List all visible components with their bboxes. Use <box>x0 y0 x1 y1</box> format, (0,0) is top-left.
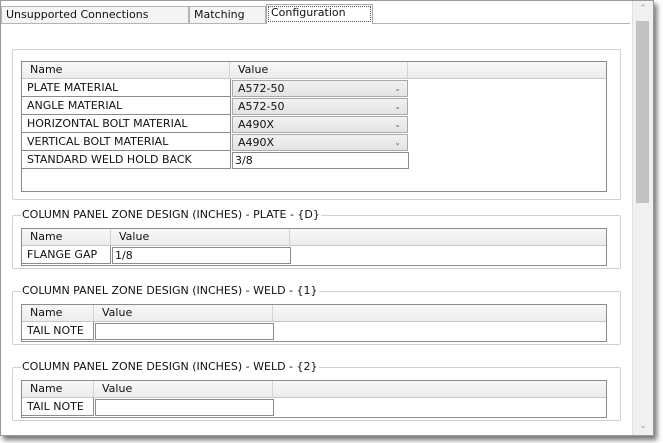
column-header-name[interactable]: Name <box>22 62 230 78</box>
chevron-down-icon: ⌄ <box>394 138 401 147</box>
tab-bar: Unsupported Connections Matching Configu… <box>1 1 630 24</box>
value-cell <box>94 398 274 416</box>
group-title: COLUMN PANEL ZONE DESIGN (INCHES) - WELD… <box>21 360 319 374</box>
value-cell: A490X ⌄ <box>231 115 409 133</box>
row-name: HORIZONTAL BOLT MATERIAL <box>22 115 231 133</box>
dropdown-value: A490X <box>238 136 275 149</box>
dropdown-value: A572-50 <box>238 100 285 113</box>
material-grid: Name Value PLATE MATERIAL A572-50 ⌄ ANGLE… <box>21 61 607 192</box>
panel-zone-weld-2-grid: Name Value TAIL NOTE <box>21 380 607 418</box>
group-title: COLUMN PANEL ZONE DESIGN (INCHES) - PLAT… <box>21 208 321 222</box>
tab-matching[interactable]: Matching <box>189 6 266 23</box>
column-header-value[interactable]: Value <box>230 62 408 78</box>
scroll-up-arrow-icon[interactable]: ⌃ <box>633 1 653 18</box>
value-cell: A572-50 ⌄ <box>231 79 409 97</box>
dropdown-value: A572-50 <box>238 82 285 95</box>
row-name: PLATE MATERIAL <box>22 79 231 97</box>
material-settings-group: Name Value PLATE MATERIAL A572-50 ⌄ ANGLE… <box>12 49 621 200</box>
vertical-scrollbar[interactable]: ⌃ ⌄ <box>632 1 653 435</box>
tab-unsupported-connections[interactable]: Unsupported Connections <box>1 6 189 23</box>
tab-label: Unsupported Connections <box>6 8 149 21</box>
panel-zone-plate-grid: Name Value FLANGE GAP 1/8 <box>21 228 607 266</box>
column-header-name[interactable]: Name <box>22 229 111 245</box>
grid-header: Name Value <box>22 229 606 246</box>
value-cell: 3/8 <box>231 151 409 169</box>
vertical-bolt-material-dropdown[interactable]: A490X ⌄ <box>232 134 408 151</box>
tab-configuration[interactable]: Configuration <box>266 4 373 24</box>
scroll-down-arrow-icon[interactable]: ⌄ <box>633 418 653 435</box>
column-header-value[interactable]: Value <box>111 229 290 245</box>
tail-note-input[interactable] <box>95 399 274 416</box>
flange-gap-input[interactable]: 1/8 <box>112 247 291 264</box>
row-name: TAIL NOTE <box>22 398 94 416</box>
plate-material-dropdown[interactable]: A572-50 ⌄ <box>232 80 408 97</box>
chevron-down-icon: ⌄ <box>394 102 401 111</box>
column-header-name[interactable]: Name <box>22 305 94 321</box>
panel-zone-weld-2-group: COLUMN PANEL ZONE DESIGN (INCHES) - WELD… <box>12 360 621 421</box>
configuration-panel: Name Value PLATE MATERIAL A572-50 ⌄ ANGLE… <box>3 24 630 434</box>
column-header-value[interactable]: Value <box>94 305 273 321</box>
weld-hold-back-input[interactable]: 3/8 <box>232 152 409 169</box>
scrollbar-thumb[interactable] <box>636 21 649 203</box>
tail-note-input[interactable] <box>95 323 274 340</box>
group-title: COLUMN PANEL ZONE DESIGN (INCHES) - WELD… <box>21 284 319 298</box>
dropdown-value: A490X <box>238 118 275 131</box>
value-cell <box>94 322 274 340</box>
chevron-down-icon: ⌄ <box>394 84 401 93</box>
configuration-window: Unsupported Connections Matching Configu… <box>0 0 654 436</box>
grid-header: Name Value <box>22 381 606 398</box>
row-name: STANDARD WELD HOLD BACK <box>22 151 231 169</box>
column-header-name[interactable]: Name <box>22 381 94 397</box>
column-header-value[interactable]: Value <box>94 381 273 397</box>
grid-header: Name Value <box>22 305 606 322</box>
row-name: TAIL NOTE <box>22 322 94 340</box>
value-cell: A490X ⌄ <box>231 133 409 151</box>
row-name: FLANGE GAP <box>22 246 111 264</box>
row-name: ANGLE MATERIAL <box>22 97 231 115</box>
angle-material-dropdown[interactable]: A572-50 ⌄ <box>232 98 408 115</box>
tab-label: Configuration <box>271 6 346 19</box>
panel-zone-weld-1-grid: Name Value TAIL NOTE <box>21 304 607 342</box>
value-cell: 1/8 <box>111 246 291 264</box>
panel-zone-weld-1-group: COLUMN PANEL ZONE DESIGN (INCHES) - WELD… <box>12 284 621 345</box>
grid-header: Name Value <box>22 62 606 79</box>
horizontal-bolt-material-dropdown[interactable]: A490X ⌄ <box>232 116 408 133</box>
row-name: VERTICAL BOLT MATERIAL <box>22 133 231 151</box>
chevron-down-icon: ⌄ <box>394 120 401 129</box>
value-cell: A572-50 ⌄ <box>231 97 409 115</box>
panel-zone-plate-group: COLUMN PANEL ZONE DESIGN (INCHES) - PLAT… <box>12 208 621 269</box>
tab-label: Matching <box>194 8 245 21</box>
